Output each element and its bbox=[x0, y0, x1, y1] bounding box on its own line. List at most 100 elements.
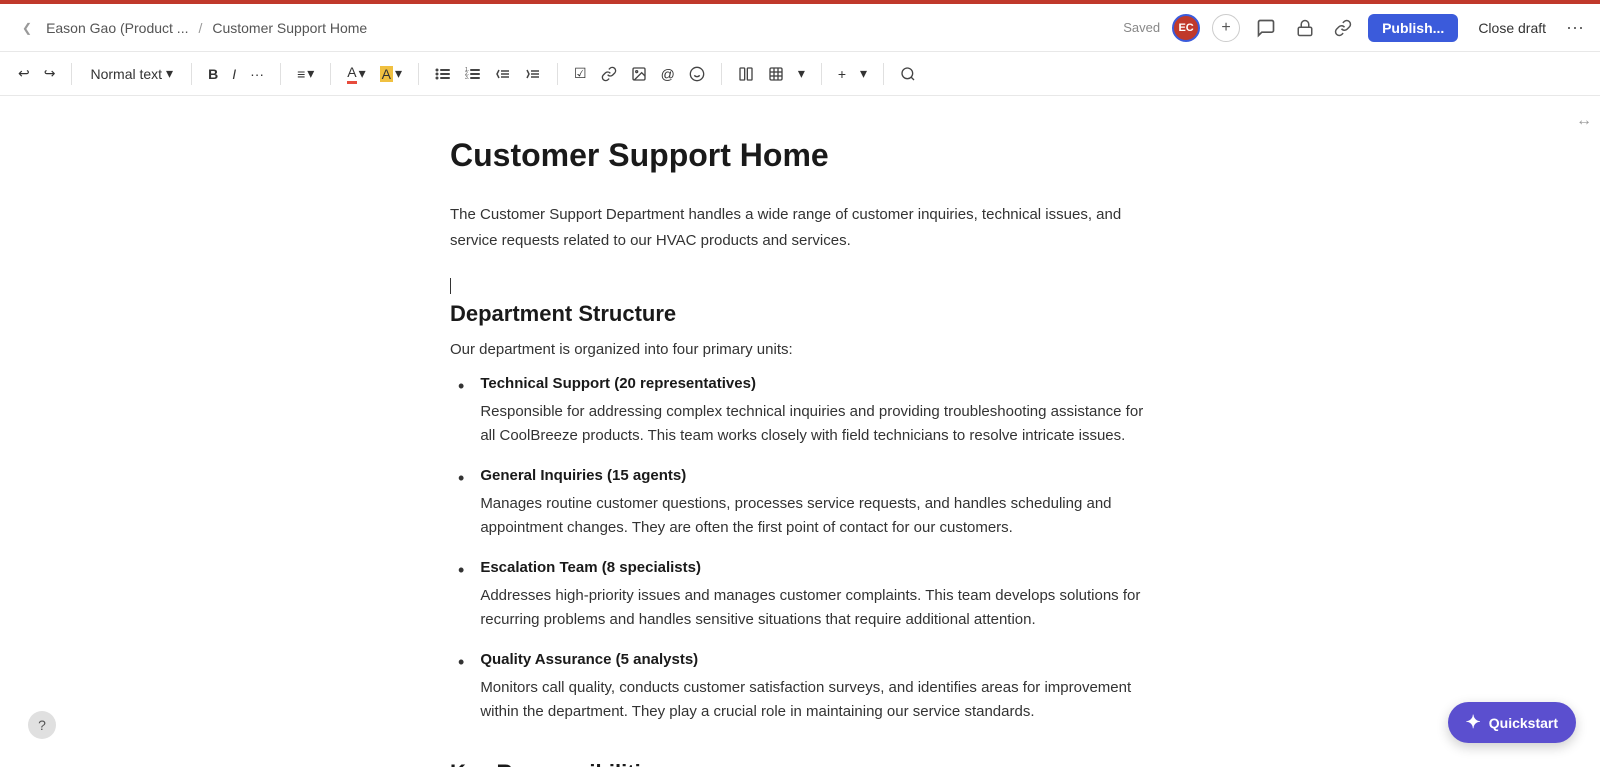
quickstart-icon: ✦ bbox=[1466, 712, 1481, 733]
help-icon: ? bbox=[38, 717, 46, 733]
insert-chevron[interactable]: ▾ bbox=[854, 61, 873, 86]
quickstart-fab[interactable]: ✦ Quickstart bbox=[1448, 702, 1576, 743]
list-item-title: General Inquiries (15 agents) bbox=[480, 464, 1150, 488]
dept-structure-list: Technical Support (20 representatives) R… bbox=[450, 372, 1150, 724]
section-heading-dept: Department Structure bbox=[450, 301, 1150, 327]
list-item-title: Technical Support (20 representatives) bbox=[480, 372, 1150, 396]
nav-bar: ❮ Eason Gao (Product ... / Customer Supp… bbox=[0, 4, 1600, 52]
bullet-list-button[interactable] bbox=[429, 62, 457, 86]
list-item-content: Technical Support (20 representatives) R… bbox=[480, 372, 1150, 448]
indent-button[interactable] bbox=[519, 62, 547, 86]
align-chevron: ▾ bbox=[307, 65, 314, 82]
highlight-chevron: ▾ bbox=[395, 65, 402, 82]
undo-button[interactable]: ↩ bbox=[12, 61, 36, 86]
list-item: Quality Assurance (5 analysts) Monitors … bbox=[458, 648, 1150, 724]
list-item: General Inquiries (15 agents) Manages ro… bbox=[458, 464, 1150, 540]
list-item-title: Quality Assurance (5 analysts) bbox=[480, 648, 1150, 672]
italic-button[interactable]: I bbox=[226, 62, 242, 86]
list-item-content: General Inquiries (15 agents) Manages ro… bbox=[480, 464, 1150, 540]
text-style-chevron: ▾ bbox=[166, 65, 173, 82]
svg-text:3.: 3. bbox=[465, 75, 469, 81]
search-toolbar-button[interactable] bbox=[894, 62, 922, 86]
nav-actions: Saved EC + Publish... Close draft ··· bbox=[1123, 14, 1584, 42]
more-insert-group: + ▾ bbox=[832, 61, 873, 86]
more-options-button[interactable]: ··· bbox=[1566, 17, 1584, 38]
sep-4 bbox=[330, 63, 331, 85]
text-style-group: Normal text ▾ bbox=[82, 61, 181, 86]
sep-8 bbox=[821, 63, 822, 85]
align-button[interactable]: ≡ ▾ bbox=[291, 61, 320, 86]
sep-7 bbox=[721, 63, 722, 85]
table-button[interactable] bbox=[762, 62, 790, 86]
toolbar: ↩ ↪ Normal text ▾ B I ··· ≡ ▾ A ▾ A ▾ bbox=[0, 52, 1600, 96]
section-heading-responsibilities: Key Responsibilities bbox=[450, 760, 1150, 767]
highlight-button[interactable]: A ▾ bbox=[374, 61, 408, 86]
add-collaborator-button[interactable]: + bbox=[1212, 14, 1240, 42]
table-chevron[interactable]: ▾ bbox=[792, 61, 811, 86]
section-dept-structure: Department Structure Our department is o… bbox=[450, 301, 1150, 724]
checkbox-button[interactable]: ☑ bbox=[568, 61, 593, 86]
quickstart-label: Quickstart bbox=[1489, 715, 1558, 731]
section-intro-dept: Our department is organized into four pr… bbox=[450, 341, 1150, 358]
align-group: ≡ ▾ bbox=[291, 61, 320, 86]
breadcrumb-separator: / bbox=[198, 20, 202, 36]
list-item: Technical Support (20 representatives) R… bbox=[458, 372, 1150, 448]
text-format-group: B I ··· bbox=[202, 62, 270, 86]
text-cursor bbox=[450, 278, 451, 294]
avatar: EC bbox=[1172, 14, 1200, 42]
breadcrumb-workspace[interactable]: Eason Gao (Product ... bbox=[46, 20, 188, 36]
text-style-dropdown[interactable]: Normal text ▾ bbox=[82, 61, 181, 86]
column-button[interactable] bbox=[732, 62, 760, 86]
sep-3 bbox=[280, 63, 281, 85]
sep-5 bbox=[418, 63, 419, 85]
font-color-button[interactable]: A ▾ bbox=[341, 60, 371, 88]
document-intro: The Customer Support Department handles … bbox=[450, 202, 1150, 253]
insert-group: ☑ @ bbox=[568, 61, 711, 86]
sep-6 bbox=[557, 63, 558, 85]
sidebar-toggle-icon[interactable]: ❮ bbox=[16, 17, 38, 39]
editor-wrapper: Customer Support Home The Customer Suppo… bbox=[0, 96, 1600, 767]
list-item-content: Escalation Team (8 specialists) Addresse… bbox=[480, 556, 1150, 632]
publish-button[interactable]: Publish... bbox=[1368, 14, 1458, 42]
more-format-button[interactable]: ··· bbox=[244, 62, 270, 86]
highlight-icon: A bbox=[380, 66, 393, 82]
table-group: ▾ bbox=[732, 61, 811, 86]
sep-1 bbox=[71, 63, 72, 85]
color-group: A ▾ A ▾ bbox=[341, 60, 408, 88]
list-item: Escalation Team (8 specialists) Addresse… bbox=[458, 556, 1150, 632]
redo-button[interactable]: ↪ bbox=[38, 61, 62, 86]
emoji-button[interactable] bbox=[683, 62, 711, 86]
insert-plus-button[interactable]: + bbox=[832, 62, 852, 86]
list-item-desc: Addresses high-priority issues and manag… bbox=[480, 584, 1150, 632]
editor-content[interactable]: Customer Support Home The Customer Suppo… bbox=[390, 96, 1210, 767]
help-button[interactable]: ? bbox=[28, 711, 56, 739]
text-style-label: Normal text bbox=[90, 66, 162, 82]
image-button[interactable] bbox=[625, 62, 653, 86]
numbered-list-button[interactable]: 1.2.3. bbox=[459, 62, 487, 86]
sep-2 bbox=[191, 63, 192, 85]
link-toolbar-button[interactable] bbox=[595, 62, 623, 86]
align-icon: ≡ bbox=[297, 66, 305, 82]
comment-icon[interactable] bbox=[1252, 14, 1280, 42]
expand-handle[interactable]: ↔ bbox=[1576, 112, 1592, 130]
font-color-icon: A bbox=[347, 64, 356, 84]
list-item-desc: Monitors call quality, conducts customer… bbox=[480, 676, 1150, 724]
list-group: 1.2.3. bbox=[429, 62, 547, 86]
saved-status: Saved bbox=[1123, 20, 1160, 35]
font-color-chevron: ▾ bbox=[359, 65, 366, 82]
undo-redo-group: ↩ ↪ bbox=[12, 61, 61, 86]
section-key-responsibilities: Key Responsibilities Respond to customer… bbox=[450, 760, 1150, 767]
list-item-desc: Responsible for addressing complex techn… bbox=[480, 400, 1150, 448]
list-item-desc: Manages routine customer questions, proc… bbox=[480, 492, 1150, 540]
link-icon[interactable] bbox=[1330, 15, 1356, 41]
outdent-button[interactable] bbox=[489, 62, 517, 86]
sep-9 bbox=[883, 63, 884, 85]
close-draft-button[interactable]: Close draft bbox=[1470, 14, 1554, 42]
breadcrumb: ❮ Eason Gao (Product ... / Customer Supp… bbox=[16, 17, 367, 39]
lock-icon[interactable] bbox=[1292, 15, 1318, 41]
bold-button[interactable]: B bbox=[202, 62, 224, 86]
mention-button[interactable]: @ bbox=[655, 62, 681, 86]
list-item-title: Escalation Team (8 specialists) bbox=[480, 556, 1150, 580]
breadcrumb-page[interactable]: Customer Support Home bbox=[212, 20, 367, 36]
list-item-content: Quality Assurance (5 analysts) Monitors … bbox=[480, 648, 1150, 724]
